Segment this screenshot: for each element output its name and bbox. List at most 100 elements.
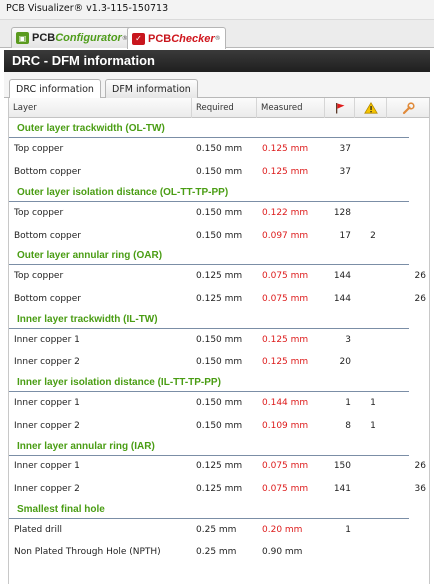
cell-required: 0.125 mm [196,461,243,471]
cell-layer: Top copper [14,144,64,154]
table-row[interactable]: Top copper 0.150 mm 0.122 mm 128 [9,202,429,224]
cell-warnings: 2 [370,231,376,241]
cell-errors: 150 [333,461,351,471]
tab-dfm-information[interactable]: DFM information [105,79,198,98]
cell-layer: Inner copper 1 [14,335,80,345]
column-header-required[interactable]: Required [192,98,257,118]
cell-required: 0.150 mm [196,421,243,431]
cell-info [401,519,426,541]
cell-info [401,415,426,437]
cell-errors: 141 [333,484,351,494]
cell-info [401,202,426,224]
cell-measured: 0.125 mm [262,357,309,367]
column-header-errors[interactable] [325,98,355,118]
cell-measured: 0.097 mm [262,231,309,241]
cell-warnings [363,351,383,373]
table-row[interactable]: Non Plated Through Hole (NPTH) 0.25 mm 0… [9,541,429,563]
cell-warnings: 1 [370,398,376,408]
cell-measured: 0.075 mm [262,294,309,304]
cell-errors: 128 [333,208,351,218]
table-row[interactable]: Inner copper 1 0.125 mm 0.075 mm 150 26 [9,455,429,477]
column-header-measured[interactable]: Measured [257,98,325,118]
section-title-ol-tt-tp-pp: Outer layer isolation distance (OL-TT-TP… [9,182,409,202]
cell-layer: Bottom copper [14,167,81,177]
tab-pcb-checker[interactable]: ✓ PCB Checker ® [127,27,226,49]
cell-required: 0.150 mm [196,167,243,177]
table-row[interactable]: Inner copper 2 0.150 mm 0.109 mm 8 1 [9,415,429,437]
section-title-smallest-final-hole: Smallest final hole [9,499,409,519]
cell-info [401,225,426,247]
table-header: Layer Required Measured [9,98,429,118]
app-tab-bar: ▣ PCB Configurator ® ✓ PCB Checker ® [0,20,434,49]
section-title-ol-tw: Outer layer trackwidth (OL-TW) [9,118,409,138]
cell-required: 0.150 mm [196,357,243,367]
cell-measured: 0.144 mm [262,398,309,408]
section-title-iar: Inner layer annular ring (IAR) [9,436,409,456]
cell-warnings [363,288,383,310]
table-row[interactable]: Inner copper 1 0.150 mm 0.144 mm 1 1 [9,392,429,414]
configurator-logo-icon: ▣ [16,32,29,44]
column-header-info[interactable] [387,98,429,118]
checker-logo-icon: ✓ [132,32,145,45]
cell-layer: Non Plated Through Hole (NPTH) [14,547,161,557]
cell-required: 0.150 mm [196,231,243,241]
cell-layer: Inner copper 2 [14,421,80,431]
cell-errors: 1 [345,398,351,408]
cell-warnings: 1 [370,421,376,431]
cell-measured: 0.90 mm [262,547,303,557]
tab-pcb-configurator-prefix: PCB [32,32,56,44]
drc-table: Layer Required Measured Outer layer trac… [8,98,430,584]
column-header-warnings[interactable] [355,98,387,118]
table-row[interactable]: Bottom copper 0.150 mm 0.097 mm 17 2 [9,225,429,247]
cell-errors [329,541,351,563]
cell-measured: 0.20 mm [262,525,303,535]
cell-measured: 0.075 mm [262,484,309,494]
table-row[interactable]: Inner copper 1 0.150 mm 0.125 mm 3 [9,329,429,351]
table-row[interactable]: Plated drill 0.25 mm 0.20 mm 1 [9,519,429,541]
cell-layer: Bottom copper [14,231,81,241]
cell-errors: 8 [345,421,351,431]
table-row[interactable]: Inner copper 2 0.125 mm 0.075 mm 141 36 [9,478,429,500]
tab-drc-information[interactable]: DRC information [9,79,101,99]
cell-layer: Inner copper 1 [14,398,80,408]
table-row[interactable]: Top copper 0.125 mm 0.075 mm 144 26 [9,265,429,287]
cell-info [401,329,426,351]
cell-layer: Top copper [14,271,64,281]
cell-required: 0.125 mm [196,484,243,494]
red-flag-icon [335,103,344,114]
cell-layer: Inner copper 2 [14,484,80,494]
cell-errors: 3 [345,335,351,345]
warning-icon [363,102,378,114]
cell-info: 26 [414,271,426,281]
cell-warnings [363,329,383,351]
cell-measured: 0.109 mm [262,421,309,431]
tab-pcb-checker-prefix: PCB [148,32,172,45]
cell-errors: 144 [333,271,351,281]
cell-measured: 0.125 mm [262,144,309,154]
table-row[interactable]: Inner copper 2 0.150 mm 0.125 mm 20 [9,351,429,373]
tab-pcb-configurator[interactable]: ▣ PCB Configurator ® [11,27,133,48]
cell-warnings [363,519,383,541]
table-row[interactable]: Bottom copper 0.125 mm 0.075 mm 144 26 [9,288,429,310]
cell-layer: Top copper [14,208,64,218]
cell-required: 0.25 mm [196,525,237,535]
cell-errors: 144 [333,294,351,304]
table-row[interactable]: Bottom copper 0.150 mm 0.125 mm 37 [9,161,429,183]
cell-required: 0.150 mm [196,335,243,345]
cell-required: 0.150 mm [196,398,243,408]
column-header-layer[interactable]: Layer [9,98,192,118]
cell-errors: 20 [339,357,351,367]
cell-info [401,138,426,160]
panel-title: DRC - DFM information [4,50,430,72]
cell-required: 0.125 mm [196,294,243,304]
cell-warnings [363,161,383,183]
cell-info: 26 [414,294,426,304]
cell-required: 0.150 mm [196,144,243,154]
cell-warnings [363,138,383,160]
cell-warnings [363,455,383,477]
table-row[interactable]: Top copper 0.150 mm 0.125 mm 37 [9,138,429,160]
cell-layer: Plated drill [14,525,62,535]
cell-warnings [363,478,383,500]
cell-layer: Bottom copper [14,294,81,304]
cell-errors: 17 [339,231,351,241]
